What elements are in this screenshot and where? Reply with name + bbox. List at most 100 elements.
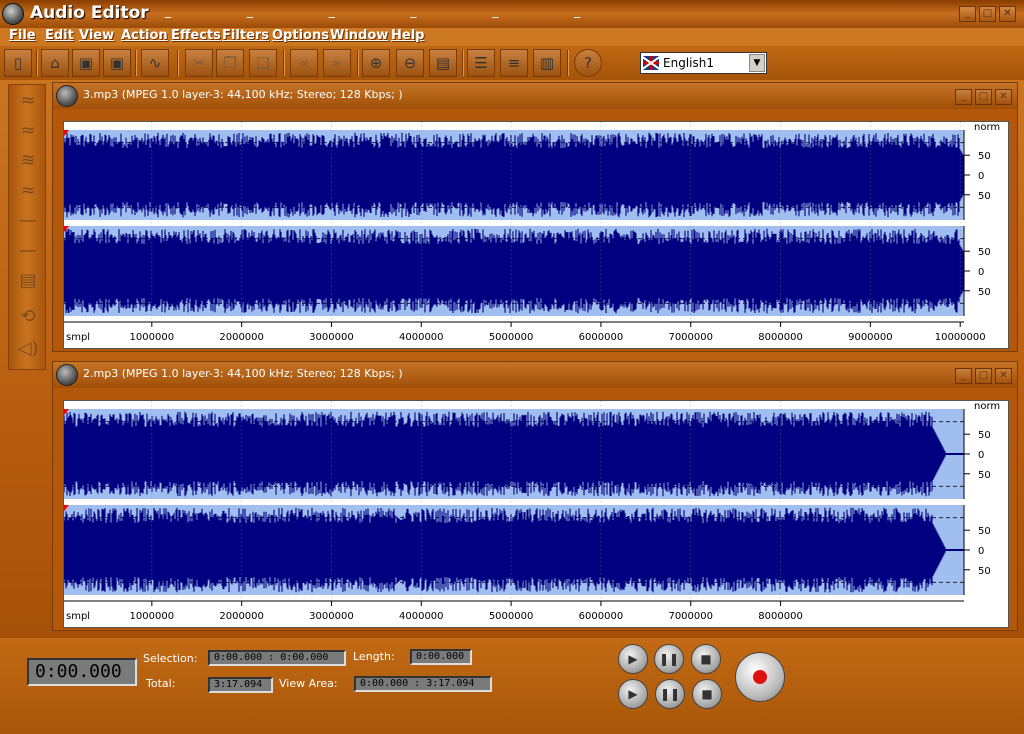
play-button[interactable]: ▶ (618, 644, 648, 674)
paste-icon[interactable]: ❏ (249, 49, 277, 77)
menu-help[interactable]: Help (391, 28, 424, 43)
tile-vertical-icon[interactable]: ▥ (533, 49, 561, 77)
open-folder-icon[interactable]: ⌂ (41, 49, 69, 77)
x-tick-label: 2000000 (219, 332, 264, 343)
x-tick-label: 8000000 (758, 332, 803, 343)
menu-edit[interactable]: Edit (45, 28, 74, 43)
copy-icon[interactable]: ❐ (216, 49, 244, 77)
wave-tool-2-icon[interactable]: ≈ (13, 118, 43, 144)
y-tick-label: 50 (978, 191, 991, 202)
waveform-core (64, 530, 933, 570)
language-select[interactable]: English1 ▼ (640, 52, 767, 74)
minimize-icon[interactable]: _ (959, 6, 976, 22)
wave-tool-1-icon[interactable]: ≈ (13, 88, 43, 114)
total-label: Total: (146, 677, 176, 690)
left-toolbar: ≈ ≈ ≋ ≈ — — ▤ ⟲ ◁) (8, 84, 46, 370)
menu-effects[interactable]: Effects (171, 28, 221, 43)
app-icon[interactable] (2, 3, 24, 25)
x-tick-label: 6000000 (579, 611, 624, 622)
unit-label: smpl (66, 611, 90, 622)
layers-icon[interactable]: ▤ (13, 268, 43, 294)
save-as-icon[interactable]: ▣ (103, 49, 131, 77)
audio-panel-2: 2.mp3 (MPEG 1.0 layer-3: 44,100 kHz; Ste… (52, 361, 1018, 631)
tile-horizontal-icon[interactable]: ≡ (500, 49, 528, 77)
menu-filters[interactable]: Filters (222, 28, 269, 43)
line-tool-1-icon[interactable]: — (13, 208, 43, 234)
panel-title: 3.mp3 (MPEG 1.0 layer-3: 44,100 kHz; Ste… (83, 88, 403, 101)
scale-label: norm (974, 401, 1000, 412)
menu-options[interactable]: Options (272, 28, 329, 43)
record-button[interactable] (735, 652, 785, 702)
waveform-core (64, 434, 933, 474)
waveform-display[interactable]: 50 0 50 50 0 50 norm 1000000 2000000 3000000 40000… (63, 122, 1008, 348)
menu-view[interactable]: View (79, 28, 114, 43)
y-tick-label: 50 (978, 430, 991, 441)
x-tick-label: 10000000 (935, 332, 986, 343)
waveform-area[interactable]: 50 0 50 50 0 50 norm 1000000 2000000 3000000 40000… (63, 121, 1009, 349)
panel-close-icon[interactable]: ✕ (995, 89, 1012, 105)
save-icon[interactable]: ▣ (72, 49, 100, 77)
zoom-in-icon[interactable]: ⊕ (362, 49, 390, 77)
x-tick-label: 5000000 (489, 611, 534, 622)
waveform-core (64, 155, 960, 195)
zoom-fit-icon[interactable]: ▤ (429, 49, 457, 77)
maximize-icon[interactable]: □ (979, 6, 996, 22)
cascade-icon[interactable]: ☰ (467, 49, 495, 77)
waveform-area[interactable]: 50 0 50 50 0 50 norm 1000000 2000000 3000000 40000… (63, 400, 1009, 628)
panel-maximize-icon[interactable]: □ (975, 368, 992, 384)
stop-loop-button[interactable]: ■ (692, 679, 722, 709)
window-title: Audio Editor (30, 3, 149, 23)
wave-tool-4-icon[interactable]: ≈ (13, 178, 43, 204)
y-tick-label: 0 (978, 450, 984, 461)
length-label: Length: (353, 650, 395, 663)
new-file-icon[interactable]: ▯ (4, 49, 32, 77)
x-tick-label: 8000000 (758, 611, 803, 622)
toolbar: ▯ ⌂ ▣ ▣ ∿ ✂ ❐ ❏ « » ⊕ ⊖ ▤ ☰ ≡ ▥ ? (0, 46, 1024, 80)
time-display: 0:00.000 (27, 658, 137, 686)
menu-action[interactable]: Action (121, 28, 168, 43)
play-loop-button[interactable]: ▶ (618, 679, 648, 709)
undo-icon[interactable]: « (290, 49, 318, 77)
stop-button[interactable]: ■ (691, 644, 721, 674)
cut-icon[interactable]: ✂ (185, 49, 213, 77)
y-tick-label: 0 (978, 171, 984, 182)
view-area-label: View Area: (279, 677, 338, 690)
x-tick-label: 9000000 (848, 332, 893, 343)
wave-tool-3-icon[interactable]: ≋ (13, 148, 43, 174)
audio-panel-1: 3.mp3 (MPEG 1.0 layer-3: 44,100 kHz; Ste… (52, 82, 1018, 352)
total-value: 3:17.094 (208, 677, 273, 693)
panel-close-icon[interactable]: ✕ (995, 368, 1012, 384)
disc-icon[interactable] (56, 364, 78, 386)
y-tick-label: 0 (978, 267, 984, 278)
panel-title: 2.mp3 (MPEG 1.0 layer-3: 44,100 kHz; Ste… (83, 367, 403, 380)
panel-header: 3.mp3 (MPEG 1.0 layer-3: 44,100 kHz; Ste… (53, 83, 1017, 109)
line-tool-2-icon[interactable]: — (13, 238, 43, 264)
panel-minimize-icon[interactable]: _ (955, 368, 972, 384)
y-tick-label: 50 (978, 566, 991, 577)
panel-maximize-icon[interactable]: □ (975, 89, 992, 105)
loop-icon[interactable]: ⟲ (13, 304, 43, 330)
view-area-value: 0:00.000 : 3:17.094 (354, 676, 492, 692)
close-icon[interactable]: ✕ (999, 6, 1016, 22)
waveform-display[interactable]: 50 0 50 50 0 50 norm 1000000 2000000 3000000 40000… (63, 401, 1008, 627)
panel-minimize-icon[interactable]: _ (955, 89, 972, 105)
x-tick-label: 3000000 (309, 332, 354, 343)
x-tick-label: 1000000 (130, 611, 175, 622)
uk-flag-icon (643, 56, 659, 70)
pause-loop-button[interactable]: ❚❚ (655, 679, 685, 709)
x-tick-label: 3000000 (309, 611, 354, 622)
chevron-down-icon[interactable]: ▼ (749, 54, 765, 72)
waveform-icon[interactable]: ∿ (141, 49, 169, 77)
zoom-out-icon[interactable]: ⊖ (396, 49, 424, 77)
pause-button[interactable]: ❚❚ (654, 644, 684, 674)
length-value: 0:00.000 (410, 649, 472, 665)
menu-file[interactable]: File (9, 28, 36, 43)
x-tick-label: 2000000 (219, 611, 264, 622)
menu-window[interactable]: Window (330, 28, 388, 43)
redo-icon[interactable]: » (323, 49, 351, 77)
x-tick-label: 6000000 (579, 332, 624, 343)
selection-label: Selection: (143, 652, 198, 665)
help-icon[interactable]: ? (574, 49, 602, 77)
speaker-icon[interactable]: ◁) (13, 336, 43, 362)
disc-icon[interactable] (56, 85, 78, 107)
